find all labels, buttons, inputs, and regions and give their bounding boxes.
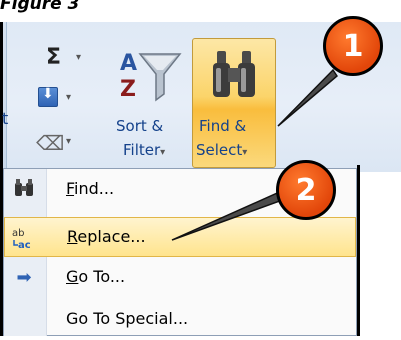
callout-badge-1: 1 xyxy=(323,16,383,76)
sort-filter-label-line2: Filter▾ xyxy=(123,141,166,159)
arrow-right-icon: ➡ xyxy=(16,267,32,288)
fill-dropdown-arrow[interactable]: ▾ xyxy=(66,92,71,103)
svg-text:ac: ac xyxy=(18,240,31,250)
replace-icon: ab ac xyxy=(11,226,39,251)
menu-item-go-to-special[interactable]: Go To Special... xyxy=(4,300,356,340)
svg-text:Z: Z xyxy=(120,77,136,102)
clear-eraser-icon[interactable]: ⌫ xyxy=(36,131,64,155)
binoculars-icon xyxy=(10,178,38,202)
sort-filter-dropdown-arrow: ▾ xyxy=(160,147,166,158)
find-select-label-line2: Select▾ xyxy=(196,141,248,159)
menu-item-go-to[interactable]: ➡ Go To... xyxy=(4,258,356,298)
menu-item-replace[interactable]: ab ac Replace... xyxy=(4,217,356,257)
sort-filter-icon: A Z xyxy=(120,51,182,102)
fill-down-arrow-icon: ⬇ xyxy=(42,86,54,102)
sort-filter-label: Sort & xyxy=(116,117,164,135)
frame-border-right xyxy=(357,165,360,336)
cut-off-ribbon-label: t xyxy=(2,109,9,128)
figure-caption: Figure 3 xyxy=(0,0,80,14)
clear-dropdown-arrow[interactable]: ▾ xyxy=(66,136,71,147)
callout-badge-2: 2 xyxy=(276,160,336,220)
find-select-dropdown-arrow: ▾ xyxy=(242,147,248,158)
autosum-icon[interactable]: Σ xyxy=(46,45,61,70)
find-select-label: Find & xyxy=(199,117,247,135)
binoculars-icon xyxy=(213,51,255,97)
menu-item-label: Replace... xyxy=(67,227,146,246)
svg-text:A: A xyxy=(120,51,137,76)
menu-item-label: Go To... xyxy=(66,267,126,286)
autosum-dropdown-arrow[interactable]: ▾ xyxy=(76,52,81,63)
svg-text:ab: ab xyxy=(12,228,24,239)
menu-item-label: Find... xyxy=(66,179,115,198)
menu-item-label: Go To Special... xyxy=(66,309,189,328)
